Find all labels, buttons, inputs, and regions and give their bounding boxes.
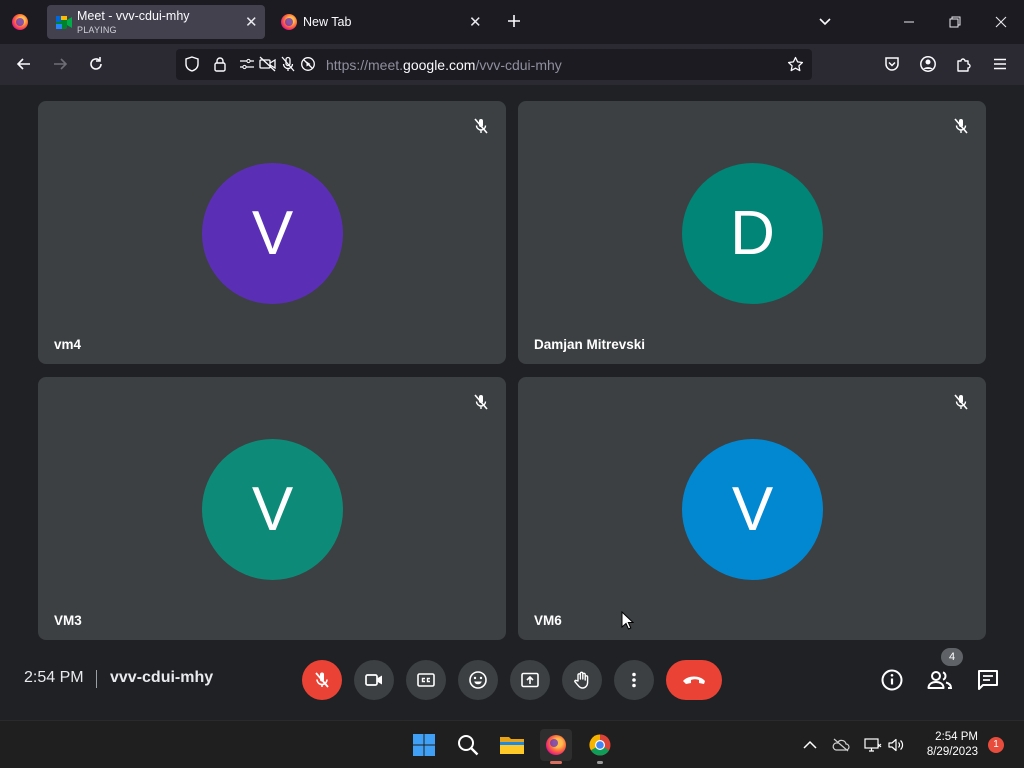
participant-tile-vm4[interactable]: V vm4 (38, 101, 506, 364)
mic-muted-icon (954, 118, 968, 134)
running-indicator (597, 761, 603, 764)
forward-icon[interactable] (46, 50, 74, 78)
chat-button[interactable] (974, 666, 1002, 694)
raise-hand-button[interactable] (562, 660, 602, 700)
windows-start-icon[interactable] (408, 729, 440, 761)
chrome-icon (589, 734, 611, 756)
volume-icon[interactable] (887, 736, 905, 754)
more-options-button[interactable] (614, 660, 654, 700)
taskbar-firefox-button[interactable] (540, 729, 572, 764)
participant-tile-vm3[interactable]: V VM3 (38, 377, 506, 640)
extensions-icon[interactable] (950, 50, 978, 78)
file-explorer-icon[interactable] (496, 729, 528, 761)
avatar: V (682, 439, 823, 580)
minimize-icon[interactable] (886, 0, 932, 44)
chevron-up-icon[interactable] (801, 736, 819, 754)
restore-icon[interactable] (932, 0, 978, 44)
system-clock[interactable]: 2:54 PM 8/29/2023 (920, 730, 978, 760)
taskbar-chrome-button[interactable] (584, 729, 616, 764)
leave-call-button[interactable] (666, 660, 722, 700)
chat-icon (978, 670, 998, 690)
info-icon (881, 669, 903, 691)
mic-muted-icon (954, 394, 968, 410)
firefox-icon (281, 14, 297, 30)
windows-taskbar: 2:54 PM 8/29/2023 1 (0, 720, 1024, 768)
close-window-icon[interactable] (978, 0, 1024, 44)
lock-icon[interactable] (212, 56, 228, 72)
permissions-icon[interactable] (239, 57, 255, 71)
network-icon[interactable] (864, 736, 882, 754)
hang-up-icon (683, 676, 705, 684)
present-button[interactable] (510, 660, 550, 700)
meet-icon (56, 16, 72, 29)
captions-button[interactable] (406, 660, 446, 700)
more-options-icon (632, 672, 636, 688)
tracking-shield-icon[interactable] (184, 56, 200, 72)
tab-playing-label: PLAYING (77, 25, 117, 35)
url-scheme: https://meet. (326, 57, 404, 73)
pocket-icon[interactable] (878, 50, 906, 78)
participant-name: Damjan Mitrevski (534, 337, 646, 352)
onedrive-icon[interactable] (832, 736, 850, 754)
meeting-code: vvv-cdui-mhy (110, 669, 214, 686)
captions-icon (417, 673, 435, 687)
people-icon (927, 671, 953, 689)
autoplay-blocked-icon[interactable] (300, 56, 316, 72)
participant-tile-vm6[interactable]: V VM6 (518, 377, 986, 640)
present-icon (521, 672, 539, 688)
menu-icon[interactable] (986, 50, 1014, 78)
url-path: /vvv-cdui-mhy (475, 57, 562, 73)
participant-name: VM3 (54, 613, 82, 628)
tab-new-tab[interactable]: New Tab ✕ (273, 5, 493, 39)
reload-icon[interactable] (82, 50, 110, 78)
mic-muted-icon (474, 118, 488, 134)
account-icon[interactable] (914, 50, 942, 78)
meet-page: V vm4 D Damjan Mitrevski V VM3 V VM6 2:5… (0, 85, 1024, 720)
firefox-menu-icon[interactable] (12, 14, 28, 30)
mouse-cursor-icon (621, 611, 635, 630)
plus-icon[interactable] (505, 12, 523, 30)
search-icon[interactable] (452, 729, 484, 761)
tab-close-icon[interactable]: ✕ (469, 13, 482, 31)
raise-hand-icon (574, 671, 589, 689)
system-date: 8/29/2023 (926, 746, 978, 758)
notification-badge[interactable]: 1 (988, 737, 1004, 753)
tab-strip: Meet - vvv-cdui-mhy PLAYING ✕ New Tab ✕ (0, 0, 1024, 44)
avatar: V (202, 439, 343, 580)
reactions-button[interactable] (458, 660, 498, 700)
bookmark-star-icon[interactable] (787, 56, 804, 73)
meeting-clock: 2:54 PM (24, 669, 84, 686)
tab-title: Meet - vvv-cdui-mhy (77, 9, 190, 23)
running-indicator (550, 761, 562, 764)
toggle-camera-button[interactable] (354, 660, 394, 700)
people-button[interactable] (926, 666, 954, 694)
mic-off-icon (315, 672, 329, 688)
url-text[interactable]: https://meet.google.com/vvv-cdui-mhy (326, 57, 562, 73)
tab-close-icon[interactable]: ✕ (245, 13, 258, 31)
tab-meet[interactable]: Meet - vvv-cdui-mhy PLAYING ✕ (47, 5, 265, 39)
mic-muted-icon (474, 394, 488, 410)
toggle-mic-button[interactable] (302, 660, 342, 700)
divider (96, 670, 97, 688)
participant-name: vm4 (54, 337, 82, 352)
participant-count-badge: 4 (941, 648, 963, 666)
tab-title: New Tab (303, 15, 352, 29)
navigation-toolbar: https://meet.google.com/vvv-cdui-mhy (0, 44, 1024, 85)
system-time: 2:54 PM (935, 731, 978, 743)
avatar: D (682, 163, 823, 304)
mic-blocked-icon[interactable] (280, 56, 296, 72)
url-host: google.com (403, 57, 476, 73)
firefox-icon (546, 735, 566, 755)
participant-name: VM6 (534, 613, 562, 628)
list-all-tabs-icon[interactable] (816, 13, 834, 31)
emoji-icon (469, 671, 487, 689)
camera-icon (365, 674, 382, 686)
camera-blocked-icon[interactable] (259, 56, 276, 72)
avatar: V (202, 163, 343, 304)
url-bar[interactable]: https://meet.google.com/vvv-cdui-mhy (176, 49, 812, 80)
meeting-details-button[interactable] (878, 666, 906, 694)
participant-tile-damjan[interactable]: D Damjan Mitrevski (518, 101, 986, 364)
back-icon[interactable] (10, 50, 38, 78)
